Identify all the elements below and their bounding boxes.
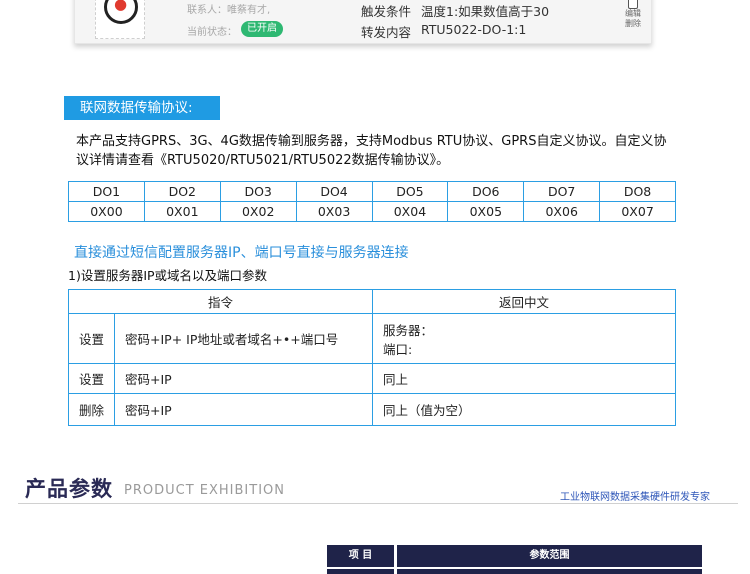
- command-table-header: 指令 返回中文: [68, 289, 676, 314]
- header-command: 指令: [68, 289, 373, 314]
- do-code-table: DO1 DO2 DO3 DO4 DO5 DO6 DO7 DO8 0X00 0X0…: [68, 181, 676, 222]
- map-pin-icon: ●: [114, 0, 128, 13]
- table-row: 设置 密码+IP 同上: [68, 363, 676, 394]
- do-code-cell: 0X01: [143, 201, 221, 222]
- edit-button[interactable]: 编辑 删除: [615, 0, 651, 37]
- reply-line: 端口:: [383, 341, 413, 357]
- param-header-item: 项 目: [327, 545, 394, 567]
- header-reply: 返回中文: [372, 289, 676, 314]
- do-code-cell: 0X06: [523, 201, 601, 222]
- forward-value: RTU5022-DO-1:1: [421, 22, 527, 37]
- command-table: 指令 返回中文 设置 密码+IP+ IP地址或者域名+•+端口号 服务器： 端口…: [68, 289, 676, 426]
- do-header-cell: DO5: [371, 181, 449, 202]
- param-row-cell: [327, 569, 394, 574]
- row-type: 设置: [68, 363, 115, 394]
- divider: [18, 503, 738, 504]
- product-params-title: 产品参数: [25, 477, 113, 501]
- do-code-cell: 0X02: [219, 201, 297, 222]
- reply-line: 服务器：: [383, 322, 434, 338]
- trigger-value: 温度1:如果数值高于30: [421, 4, 550, 19]
- edit-label: 编辑: [625, 9, 641, 18]
- app-logo: ●: [95, 0, 145, 39]
- do-code-cell: 0X00: [68, 201, 145, 222]
- table-row: 设置 密码+IP+ IP地址或者域名+•+端口号 服务器： 端口:: [68, 313, 676, 364]
- do-header-row: DO1 DO2 DO3 DO4 DO5 DO6 DO7 DO8: [68, 181, 676, 202]
- row-command: 密码+IP: [114, 393, 373, 426]
- row-type: 设置: [68, 313, 115, 364]
- do-code-row: 0X00 0X01 0X02 0X03 0X04 0X05 0X06 0X07: [68, 201, 676, 222]
- do-header-cell: DO3: [219, 181, 297, 202]
- table-row: 删除 密码+IP 同上（值为空）: [68, 393, 676, 426]
- row-reply: 服务器： 端口:: [372, 313, 676, 364]
- do-code-cell: 0X05: [447, 201, 525, 222]
- trigger-key: 触发条件: [361, 4, 412, 19]
- row-reply: 同上: [372, 363, 676, 394]
- section-title: 联网数据传输协议:: [64, 96, 220, 120]
- row-command: 密码+IP: [114, 363, 373, 394]
- sms-subtitle: 1)设置服务器IP或域名以及端口参数: [68, 268, 268, 283]
- intro-paragraph: 本产品支持GPRS、3G、4G数据传输到服务器，支持Modbus RTU协议、G…: [76, 134, 667, 168]
- row-command: 密码+IP+ IP地址或者域名+•+端口号: [114, 313, 373, 364]
- product-params-title-en: PRODUCT EXHIBITION: [124, 483, 285, 498]
- sms-section-title: 直接通过短信配置服务器IP、端口号直接与服务器连接: [74, 245, 409, 261]
- do-header-cell: DO4: [295, 181, 373, 202]
- do-header-cell: DO2: [143, 181, 221, 202]
- do-header-cell: DO1: [68, 181, 145, 202]
- do-header-cell: DO6: [447, 181, 525, 202]
- do-code-cell: 0X04: [371, 201, 449, 222]
- status-badge[interactable]: 已开启: [241, 21, 283, 37]
- delete-button[interactable]: 删除: [615, 19, 651, 29]
- do-code-cell: 0X07: [599, 201, 676, 222]
- do-header-cell: DO8: [599, 181, 676, 202]
- status-label: 当前状态：: [187, 27, 237, 38]
- param-header-range: 参数范围: [397, 545, 702, 567]
- row-reply: 同上（值为空）: [372, 393, 676, 426]
- company-tagline: 工业物联网数据采集硬件研发专家: [560, 492, 710, 503]
- row-type: 删除: [68, 393, 115, 426]
- param-row-cell: [397, 569, 702, 574]
- rule-card: ● 联系人：唯蔡有才, 当前状态： 已开启 触发条件 温度1:如果数值高于30 …: [74, 0, 652, 44]
- do-header-cell: DO7: [523, 181, 601, 202]
- contact-text: 联系人：唯蔡有才,: [187, 5, 271, 16]
- forward-key: 转发内容: [361, 25, 412, 40]
- do-code-cell: 0X03: [295, 201, 373, 222]
- edit-icon: [628, 0, 638, 9]
